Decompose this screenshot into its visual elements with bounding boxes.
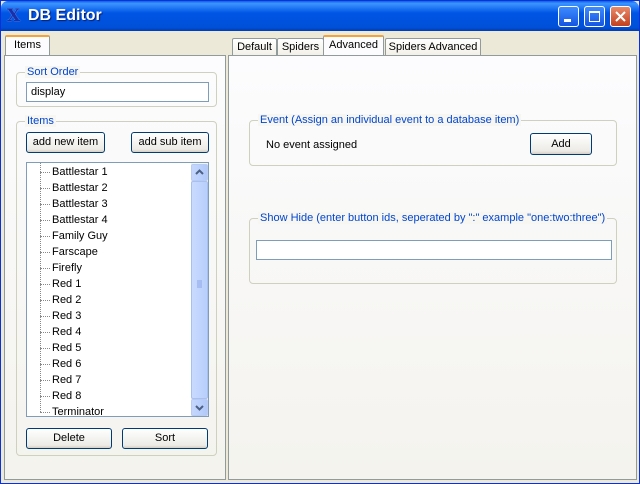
scroll-down-button[interactable] — [191, 399, 208, 416]
tree-branch-line — [40, 236, 50, 237]
tab-items-label: Items — [14, 39, 41, 51]
items-tree-scrollbar[interactable] — [191, 163, 208, 416]
tree-branch-line — [40, 316, 50, 317]
window-title: DB Editor — [28, 7, 102, 24]
tree-branch-line — [40, 412, 50, 413]
tree-item[interactable]: Battlestar 4 — [27, 212, 187, 228]
tree-item-label: Battlestar 3 — [52, 198, 108, 210]
tree-item-label: Red 7 — [52, 374, 82, 386]
tree-item-label: Red 8 — [52, 390, 82, 402]
tab-label: Default — [237, 41, 272, 53]
tree-branch-line — [40, 332, 50, 333]
scroll-up-button[interactable] — [191, 164, 208, 181]
event-group-label: Event (Assign an individual event to a d… — [258, 114, 522, 126]
add-new-item-button[interactable]: add new item — [26, 132, 105, 153]
items-tab-page: Sort Order display Items add new item ad… — [4, 55, 226, 480]
maximize-button[interactable] — [584, 6, 605, 27]
tree-branch-line — [40, 380, 50, 381]
minimize-button[interactable] — [558, 6, 579, 27]
tree-item-label: Red 1 — [52, 278, 82, 290]
tab-label: Advanced — [329, 39, 378, 51]
scroll-thumb[interactable] — [191, 181, 208, 399]
tree-branch-line — [40, 284, 50, 285]
advanced-tab-page: Event (Assign an individual event to a d… — [228, 55, 637, 480]
tree-item[interactable]: Red 4 — [27, 324, 187, 340]
tree-branch-line — [40, 220, 50, 221]
close-button[interactable] — [610, 6, 631, 27]
tab-label: Spiders — [281, 41, 320, 53]
show-hide-input[interactable] — [256, 240, 612, 260]
db-editor-window: X DB Editor Items Sort Order display Ite… — [0, 0, 640, 484]
tree-item[interactable]: Red 3 — [27, 308, 187, 324]
tab-label: Spiders Advanced — [388, 41, 478, 53]
tree-item[interactable]: Red 6 — [27, 356, 187, 372]
tree-item[interactable]: Farscape — [27, 244, 187, 260]
tree-item-label: Terminator — [52, 406, 104, 417]
tree-item-label: Red 2 — [52, 294, 82, 306]
tree-branch-line — [40, 396, 50, 397]
tree-item[interactable]: Battlestar 1 — [27, 164, 187, 180]
tree-item-label: Red 4 — [52, 326, 82, 338]
items-tree[interactable]: Battlestar 1 Battlestar 2 Battlestar 3 Batt… — [26, 162, 209, 417]
delete-button[interactable]: Delete — [26, 428, 112, 449]
tree-item-label: Battlestar 1 — [52, 166, 108, 178]
title-bar[interactable]: X DB Editor — [1, 1, 639, 31]
tree-item[interactable]: Red 1 — [27, 276, 187, 292]
tab-items[interactable]: Items — [5, 35, 50, 56]
chevron-up-icon — [195, 169, 204, 175]
add-event-button[interactable]: Add — [530, 133, 592, 155]
sort-button[interactable]: Sort — [122, 428, 208, 449]
tree-item[interactable]: Family Guy — [27, 228, 187, 244]
show-hide-group: Show Hide (enter button ids, seperated b… — [249, 212, 617, 284]
tree-branch-line — [40, 172, 50, 173]
tree-item[interactable]: Red 7 — [27, 372, 187, 388]
tree-item-label: Red 6 — [52, 358, 82, 370]
tab-advanced[interactable]: Advanced — [323, 35, 384, 56]
event-group: Event (Assign an individual event to a d… — [249, 114, 617, 166]
tree-item-label: Red 5 — [52, 342, 82, 354]
sort-order-group: Sort Order display — [16, 66, 217, 107]
grip-icon — [197, 280, 202, 288]
tab-default[interactable]: Default — [232, 38, 277, 56]
tree-item-label: Family Guy — [52, 230, 108, 242]
chevron-down-icon — [195, 405, 204, 411]
event-status-text: No event assigned — [266, 139, 358, 151]
tree-item[interactable]: Firefly — [27, 260, 187, 276]
tree-branch-line — [40, 252, 50, 253]
items-group-label: Items — [25, 115, 56, 127]
show-hide-group-label: Show Hide (enter button ids, seperated b… — [258, 212, 608, 224]
tree-branch-line — [40, 364, 50, 365]
tree-item-label: Firefly — [52, 262, 82, 274]
tree-item[interactable]: Terminator — [27, 404, 187, 417]
add-sub-item-button[interactable]: add sub item — [131, 132, 209, 153]
tree-item[interactable]: Battlestar 2 — [27, 180, 187, 196]
minimize-icon — [564, 19, 571, 22]
tree-branch-line — [40, 188, 50, 189]
tree-branch-line — [40, 348, 50, 349]
tree-item[interactable]: Battlestar 3 — [27, 196, 187, 212]
tab-spiders-advanced[interactable]: Spiders Advanced — [385, 38, 481, 56]
tree-item[interactable]: Red 8 — [27, 388, 187, 404]
tree-item-label: Battlestar 4 — [52, 214, 108, 226]
maximize-icon — [589, 11, 600, 22]
app-x-icon: X — [7, 6, 21, 26]
close-icon — [615, 11, 626, 22]
sort-order-label: Sort Order — [25, 66, 81, 78]
tree-item-label: Battlestar 2 — [52, 182, 108, 194]
sort-order-input[interactable]: display — [26, 82, 209, 102]
tree-item[interactable]: Red 5 — [27, 340, 187, 356]
tab-spiders[interactable]: Spiders — [277, 38, 324, 56]
tree-branch-line — [40, 268, 50, 269]
tree-item[interactable]: Red 2 — [27, 292, 187, 308]
tree-branch-line — [40, 204, 50, 205]
tree-branch-line — [40, 300, 50, 301]
items-group: Items add new item add sub item Battlest… — [16, 115, 217, 456]
tree-item-label: Farscape — [52, 246, 98, 258]
tree-item-label: Red 3 — [52, 310, 82, 322]
